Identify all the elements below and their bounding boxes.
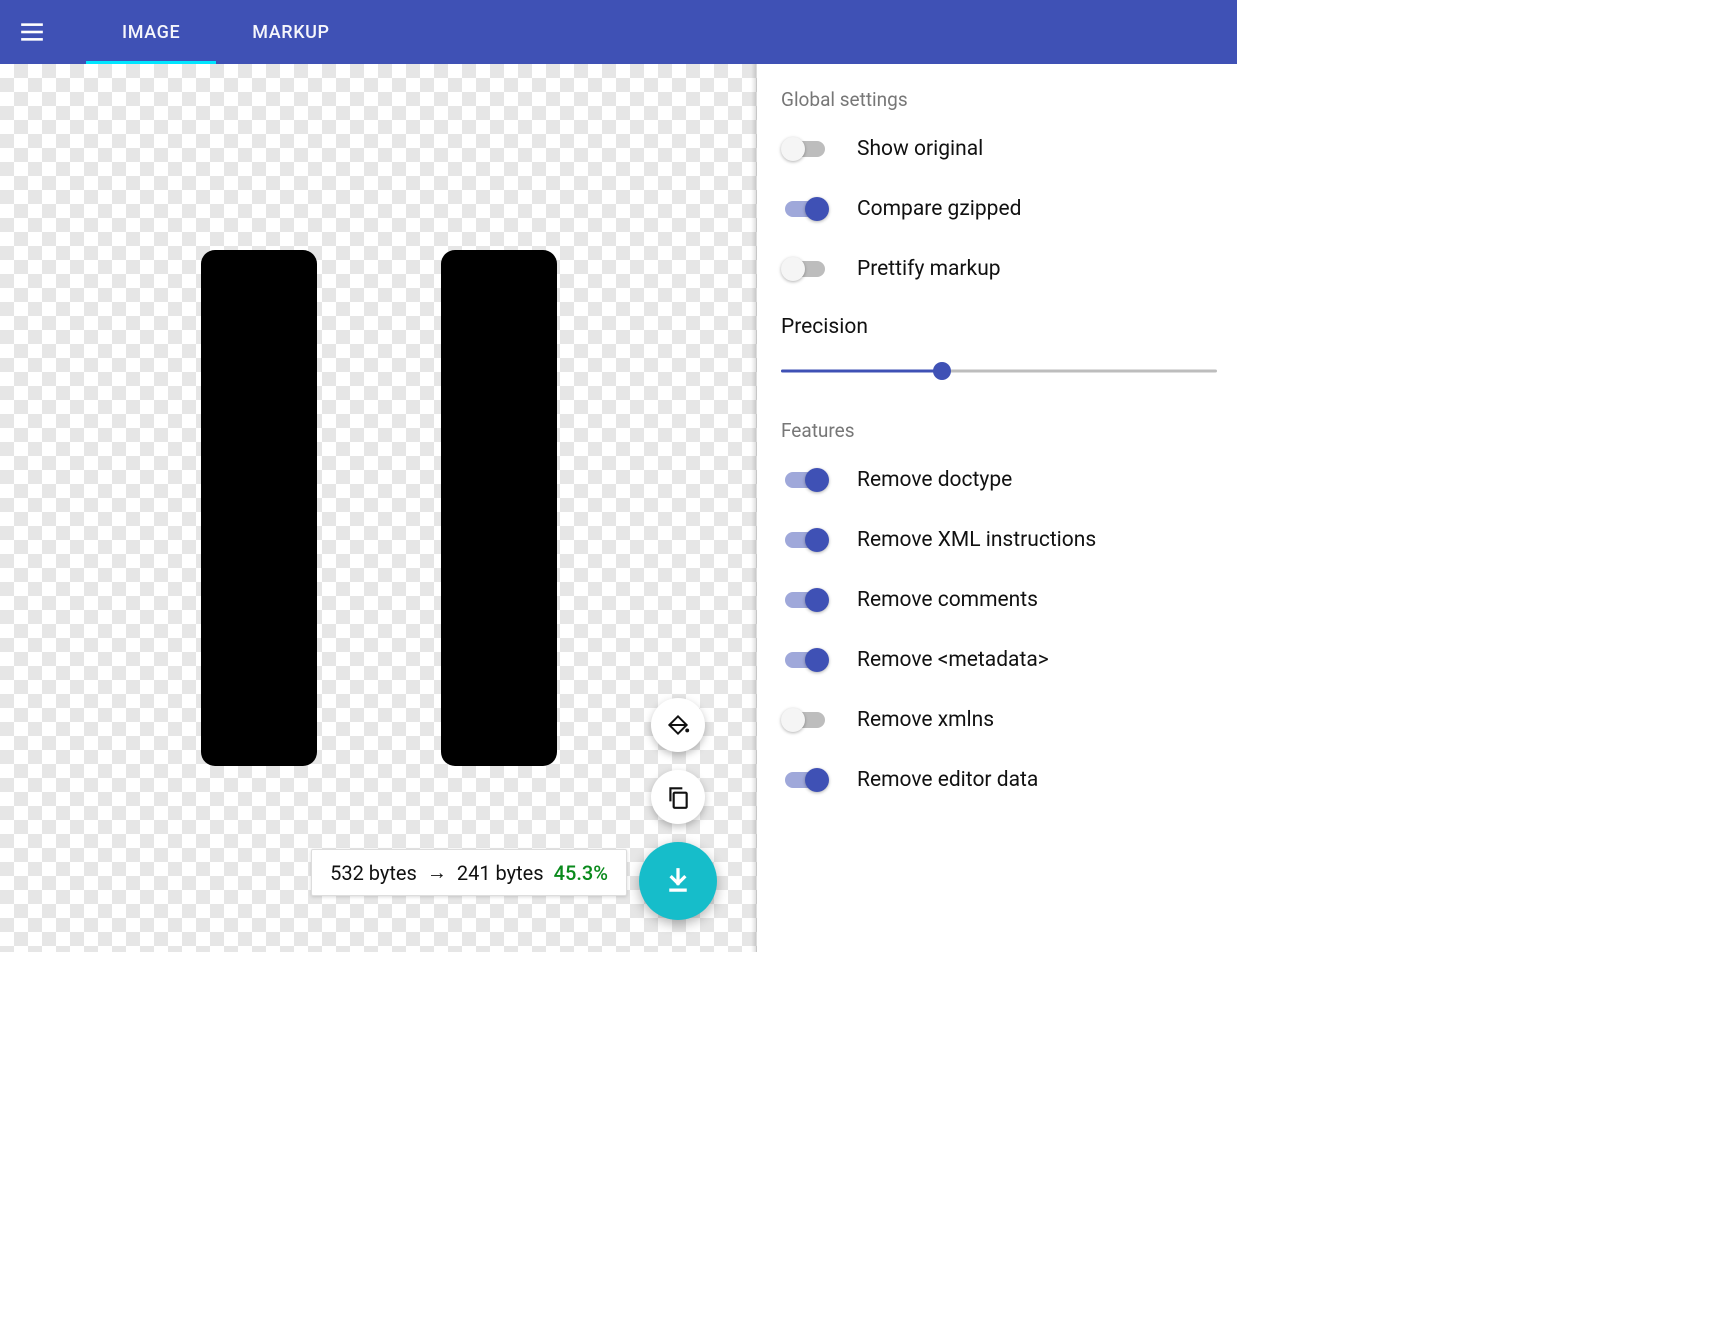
settings-panel[interactable]: Global settings Show original Compare gz…: [757, 64, 1237, 952]
fab-column: [639, 698, 717, 920]
precision-label: Precision: [781, 315, 1217, 339]
global-settings-title: Global settings: [781, 88, 1217, 111]
tab-image[interactable]: IMAGE: [86, 0, 216, 64]
menu-button[interactable]: [8, 8, 56, 56]
setting-show-original: Show original: [781, 135, 1217, 163]
toggle-remove-xml-instr[interactable]: [781, 526, 829, 554]
feature-remove-xmlns: Remove xmlns: [781, 706, 1217, 734]
precision-block: Precision: [781, 315, 1217, 383]
label-remove-editor: Remove editor data: [857, 768, 1038, 792]
label-remove-xmlns: Remove xmlns: [857, 708, 994, 732]
feature-remove-metadata: Remove <metadata>: [781, 646, 1217, 674]
toggle-remove-metadata[interactable]: [781, 646, 829, 674]
precision-fill: [781, 370, 942, 373]
label-show-original: Show original: [857, 137, 983, 161]
feature-remove-xml-instr: Remove XML instructions: [781, 526, 1217, 554]
feature-remove-comments: Remove comments: [781, 586, 1217, 614]
label-remove-doctype: Remove doctype: [857, 468, 1012, 492]
app-header: IMAGE MARKUP: [0, 0, 1237, 64]
svg-preview: [199, 248, 559, 768]
toggle-remove-editor[interactable]: [781, 766, 829, 794]
toggle-remove-doctype[interactable]: [781, 466, 829, 494]
main-area: 532 bytes → 241 bytes 45.3%: [0, 64, 1237, 952]
download-icon: [663, 866, 693, 896]
precision-slider[interactable]: [781, 359, 1217, 383]
setting-prettify: Prettify markup: [781, 255, 1217, 283]
copy-icon: [665, 784, 691, 810]
tab-markup[interactable]: MARKUP: [216, 0, 365, 64]
toggle-remove-comments[interactable]: [781, 586, 829, 614]
size-after: 241 bytes: [457, 861, 544, 885]
toggle-remove-xmlns[interactable]: [781, 706, 829, 734]
copy-button[interactable]: [651, 770, 705, 824]
menu-icon: [19, 19, 45, 45]
download-button[interactable]: [639, 842, 717, 920]
paint-bucket-icon: [665, 712, 691, 738]
background-button[interactable]: [651, 698, 705, 752]
feature-remove-doctype: Remove doctype: [781, 466, 1217, 494]
label-remove-comments: Remove comments: [857, 588, 1038, 612]
toggle-prettify[interactable]: [781, 255, 829, 283]
size-before: 532 bytes: [330, 861, 417, 885]
view-tabs: IMAGE MARKUP: [86, 0, 366, 64]
toggle-compare-gzipped[interactable]: [781, 195, 829, 223]
feature-remove-editor: Remove editor data: [781, 766, 1217, 794]
size-indicator: 532 bytes → 241 bytes 45.3%: [311, 849, 627, 896]
preview-canvas[interactable]: 532 bytes → 241 bytes 45.3%: [0, 64, 757, 952]
label-remove-xml-instr: Remove XML instructions: [857, 528, 1096, 552]
label-prettify: Prettify markup: [857, 257, 1001, 281]
label-remove-metadata: Remove <metadata>: [857, 648, 1049, 672]
label-compare-gzipped: Compare gzipped: [857, 197, 1021, 221]
setting-compare-gzipped: Compare gzipped: [781, 195, 1217, 223]
size-pct: 45.3%: [554, 861, 608, 885]
precision-knob[interactable]: [933, 362, 951, 380]
toggle-show-original[interactable]: [781, 135, 829, 163]
features-title: Features: [781, 419, 1217, 442]
arrow-icon: →: [427, 860, 447, 885]
